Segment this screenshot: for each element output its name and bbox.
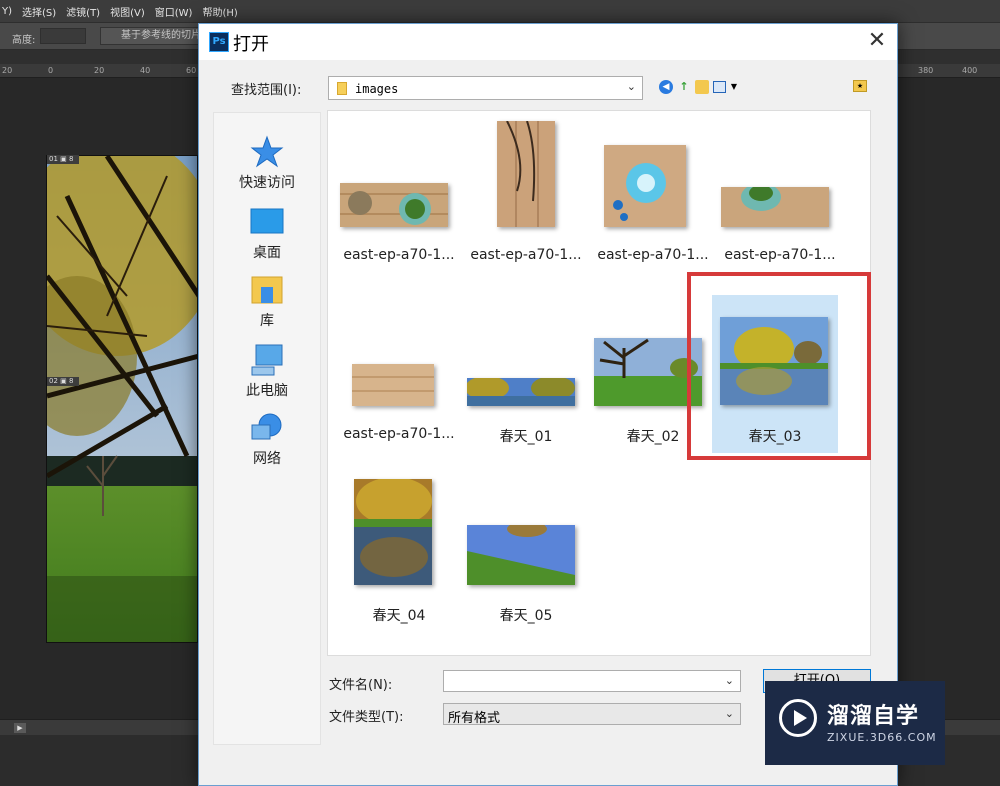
menu-item-type[interactable]: Y)	[2, 6, 12, 17]
place-quick-access[interactable]: 快速访问	[214, 135, 320, 192]
folder-settings-icon[interactable]: ★	[853, 80, 867, 92]
file-thumbnail	[594, 338, 702, 406]
close-button[interactable]: ✕	[865, 30, 889, 54]
file-item[interactable]: 春天_05	[463, 477, 589, 635]
ruler-tick: 380	[918, 66, 934, 75]
play-icon[interactable]: ▶	[14, 723, 26, 733]
canvas-photo	[46, 155, 198, 643]
file-thumbnail	[352, 364, 434, 406]
file-type-dropdown[interactable]: 所有格式 ⌄	[443, 703, 741, 726]
menu-item-select[interactable]: 选择(S)	[22, 4, 56, 19]
file-item[interactable]: east-ep-a70-1...	[463, 119, 589, 277]
caret-down-icon[interactable]: ▼	[730, 80, 738, 94]
file-item[interactable]: 春天_01	[463, 298, 589, 456]
view-menu-icon[interactable]	[713, 81, 726, 93]
file-thumbnail	[721, 183, 829, 227]
file-name: east-ep-a70-1...	[470, 247, 582, 263]
file-list: east-ep-a70-1... east-ep-a70-1... east-e…	[327, 110, 871, 656]
place-label: 快速访问	[239, 175, 295, 191]
place-this-pc[interactable]: 此电脑	[214, 343, 320, 400]
dialog-title: 打开	[233, 34, 269, 55]
look-in-value: images	[355, 82, 399, 96]
file-name: 春天_05	[499, 608, 553, 624]
new-folder-icon[interactable]	[695, 80, 709, 94]
file-thumbnail	[604, 145, 686, 227]
place-label: 库	[260, 313, 274, 329]
place-library[interactable]: 库	[214, 273, 320, 330]
file-name: 春天_01	[499, 429, 553, 445]
place-label: 此电脑	[246, 383, 288, 399]
look-in-label: 查找范围(I):	[231, 83, 302, 98]
ruler-tick: 60	[186, 66, 197, 75]
menu-item-view[interactable]: 视图(V)	[110, 4, 145, 19]
file-name: east-ep-a70-1...	[597, 247, 709, 263]
file-name: 春天_03	[748, 429, 802, 445]
file-thumbnail	[340, 183, 448, 227]
menu-item-filter[interactable]: 滤镜(T)	[66, 4, 100, 19]
file-item[interactable]: east-ep-a70-1...	[336, 119, 462, 277]
nav-toolbar: ◀ ↑ ▼	[659, 78, 738, 96]
file-name: east-ep-a70-1...	[343, 426, 455, 442]
place-network[interactable]: 网络	[214, 411, 320, 468]
look-in-dropdown[interactable]: images ⌄	[328, 76, 643, 100]
file-item[interactable]: east-ep-a70-1...	[590, 119, 716, 277]
file-name: east-ep-a70-1...	[343, 247, 455, 263]
watermark-url: ZIXUE.3D66.COM	[827, 731, 937, 744]
open-dialog: Ps 打开 ✕ 查找范围(I): images ⌄ ◀ ↑ ▼ ★ 快速访问 桌…	[198, 23, 898, 786]
this-pc-icon	[250, 343, 284, 377]
ruler-tick: 400	[962, 66, 978, 75]
file-name-input[interactable]: ⌄	[443, 670, 741, 692]
watermark: 溜溜自学 ZIXUE.3D66.COM	[765, 681, 945, 765]
height-input[interactable]	[40, 28, 86, 44]
chevron-down-icon[interactable]: ⌄	[725, 674, 734, 687]
file-item[interactable]: east-ep-a70-1...	[717, 119, 843, 277]
file-type-label: 文件类型(T):	[329, 710, 404, 725]
file-name: east-ep-a70-1...	[724, 247, 836, 263]
place-desktop[interactable]: 桌面	[214, 205, 320, 262]
dialog-titlebar: Ps 打开 ✕	[199, 24, 897, 60]
play-logo-icon	[779, 699, 817, 737]
chevron-down-icon: ⌄	[626, 80, 636, 93]
file-thumbnail	[467, 521, 575, 585]
desktop-icon	[250, 205, 284, 239]
place-label: 桌面	[253, 245, 281, 261]
height-label: 高度:	[12, 35, 36, 46]
library-icon	[250, 273, 284, 307]
slice-tag: 02 ▣ 8	[47, 377, 79, 386]
file-type-value: 所有格式	[448, 711, 501, 726]
file-item[interactable]: east-ep-a70-1...	[336, 298, 462, 456]
file-name: 春天_04	[372, 608, 426, 624]
file-item-selected[interactable]: 春天_03	[712, 295, 838, 453]
quick-access-star-icon	[250, 135, 284, 169]
network-icon	[250, 411, 284, 445]
place-label: 网络	[253, 451, 281, 467]
up-folder-icon[interactable]: ↑	[677, 80, 691, 94]
places-bar: 快速访问 桌面 库 此电脑 网络	[213, 112, 321, 745]
file-name: 春天_02	[626, 429, 680, 445]
ruler-tick: 20	[2, 66, 13, 75]
file-thumbnail	[354, 477, 432, 585]
chevron-down-icon: ⌄	[724, 707, 734, 720]
folder-icon	[337, 82, 347, 95]
file-thumbnail	[720, 317, 828, 405]
slices-from-guides-button[interactable]: 基于参考线的切片	[100, 27, 202, 45]
photoshop-logo-icon: Ps	[209, 32, 229, 52]
file-name-label: 文件名(N):	[329, 678, 393, 693]
file-item[interactable]: 春天_04	[336, 477, 462, 635]
watermark-brand: 溜溜自学	[827, 704, 920, 729]
ruler-tick: 40	[140, 66, 151, 75]
back-icon[interactable]: ◀	[659, 80, 673, 94]
file-thumbnail	[465, 376, 575, 406]
slice-tag: 01 ▣ 8	[47, 155, 79, 164]
file-thumbnail	[497, 120, 555, 227]
ps-menubar: Y) 选择(S) 滤镜(T) 视图(V) 窗口(W) 帮助(H)	[0, 0, 1000, 22]
menu-item-help[interactable]: 帮助(H)	[202, 4, 237, 19]
ruler-tick: 0	[48, 66, 54, 75]
ruler-tick: 20	[94, 66, 105, 75]
menu-item-window[interactable]: 窗口(W)	[155, 4, 193, 19]
file-item[interactable]: 春天_02	[590, 298, 716, 456]
